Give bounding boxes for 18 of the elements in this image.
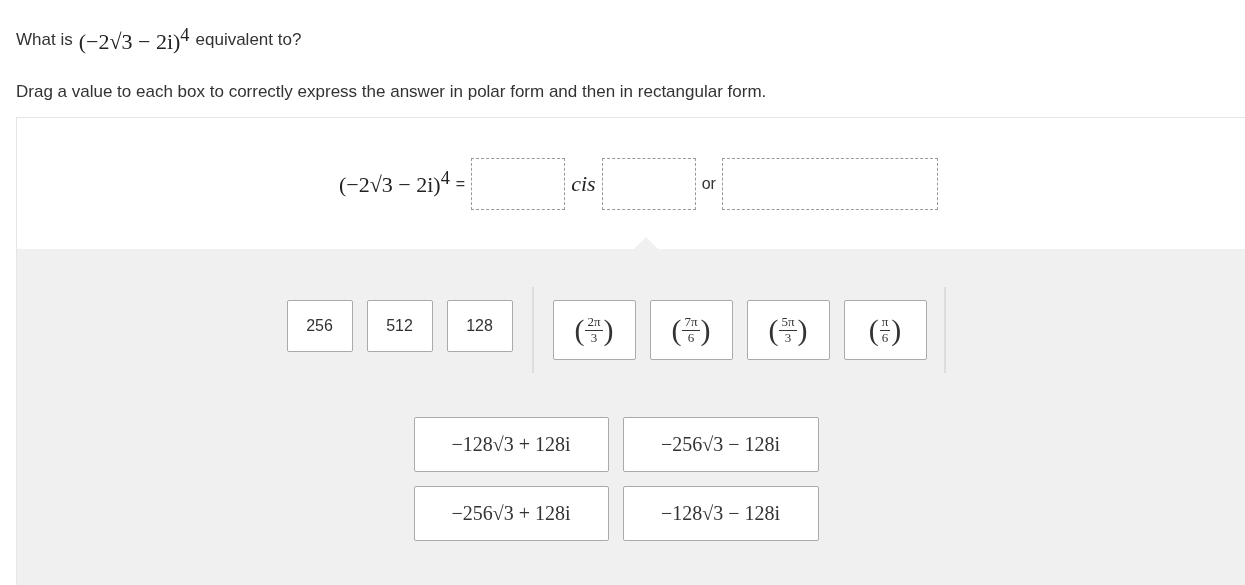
- value-tile[interactable]: −256√3 + 128i: [413, 486, 609, 541]
- drop-box[interactable]: [721, 157, 938, 210]
- value-tile[interactable]: −128√3 + 128i: [413, 417, 609, 472]
- value-tile[interactable]: 256: [286, 300, 353, 352]
- drop-box[interactable]: [471, 157, 566, 210]
- drop-box[interactable]: [601, 157, 696, 210]
- question-text: What is: [16, 30, 73, 50]
- value-tile[interactable]: 512: [366, 300, 433, 352]
- math-expression: (−2√3 − 2i)$^{4}$: [78, 24, 190, 56]
- math-expression: cis: [571, 170, 596, 197]
- instruction-text: Drag a value to each box to correctly express the answer in polar form and then in rectangular form.: [16, 82, 768, 102]
- math-expression: (−2√3 − 2i)$^{4}$: [339, 168, 450, 199]
- value-tile[interactable]: −128√3 − 128i: [622, 486, 819, 541]
- value-tile[interactable]: 128: [446, 300, 513, 352]
- value-tile[interactable]: −256√3 − 128i: [622, 417, 819, 472]
- question-text: equivalent to?: [195, 30, 302, 50]
- equals-sign: =: [455, 174, 466, 193]
- connector-word: or: [701, 174, 716, 193]
